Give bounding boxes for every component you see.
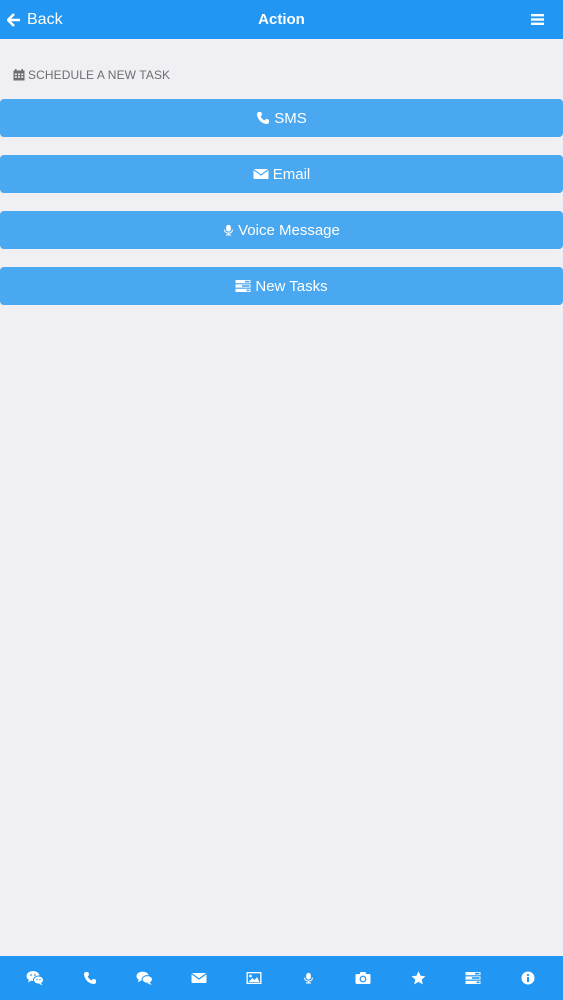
chat-icon — [136, 971, 154, 986]
microphone-icon — [224, 224, 234, 236]
section-label-text: SCHEDULE A NEW TASK — [28, 68, 171, 82]
nav-gallery[interactable] — [234, 958, 274, 998]
nav-tasks[interactable] — [453, 958, 493, 998]
nav-email[interactable] — [179, 958, 219, 998]
tasks-icon — [465, 972, 481, 984]
back-button[interactable]: Back — [7, 0, 63, 39]
phone-icon — [84, 972, 97, 984]
image-icon — [246, 972, 262, 984]
calendar-icon — [13, 69, 25, 81]
phone-icon — [257, 112, 270, 124]
camera-icon — [355, 972, 371, 984]
info-icon — [521, 971, 535, 985]
envelope-icon — [252, 169, 269, 179]
sms-button-label: SMS — [274, 109, 307, 127]
bottom-nav-bar — [0, 956, 563, 1000]
nav-chat[interactable] — [125, 958, 165, 998]
app-screen: Back Action SCHEDULE A NEW TASK SMS Emai… — [0, 0, 563, 1000]
section-header: SCHEDULE A NEW TASK — [13, 68, 170, 82]
microphone-icon — [304, 972, 314, 984]
wechat-icon — [26, 971, 45, 986]
voice-message-button-label: Voice Message — [238, 221, 340, 239]
nav-camera[interactable] — [343, 958, 383, 998]
page-title: Action — [258, 11, 305, 28]
header-bar: Back Action — [0, 0, 563, 39]
arrow-left-icon — [7, 12, 20, 27]
sms-button[interactable]: SMS — [0, 99, 563, 137]
new-tasks-button-label: New Tasks — [255, 277, 328, 295]
nav-phone[interactable] — [70, 958, 110, 998]
email-button-label: Email — [272, 165, 311, 183]
new-tasks-button[interactable]: New Tasks — [0, 267, 563, 305]
nav-voice[interactable] — [289, 958, 329, 998]
nav-favorites[interactable] — [398, 958, 438, 998]
tasks-icon — [235, 280, 251, 292]
star-icon — [411, 971, 426, 985]
hamburger-icon[interactable] — [530, 12, 545, 27]
back-label: Back — [27, 10, 63, 28]
voice-message-button[interactable]: Voice Message — [0, 211, 563, 249]
envelope-icon — [191, 973, 208, 983]
email-button[interactable]: Email — [0, 155, 563, 193]
nav-info[interactable] — [508, 958, 548, 998]
nav-wechat[interactable] — [15, 958, 55, 998]
